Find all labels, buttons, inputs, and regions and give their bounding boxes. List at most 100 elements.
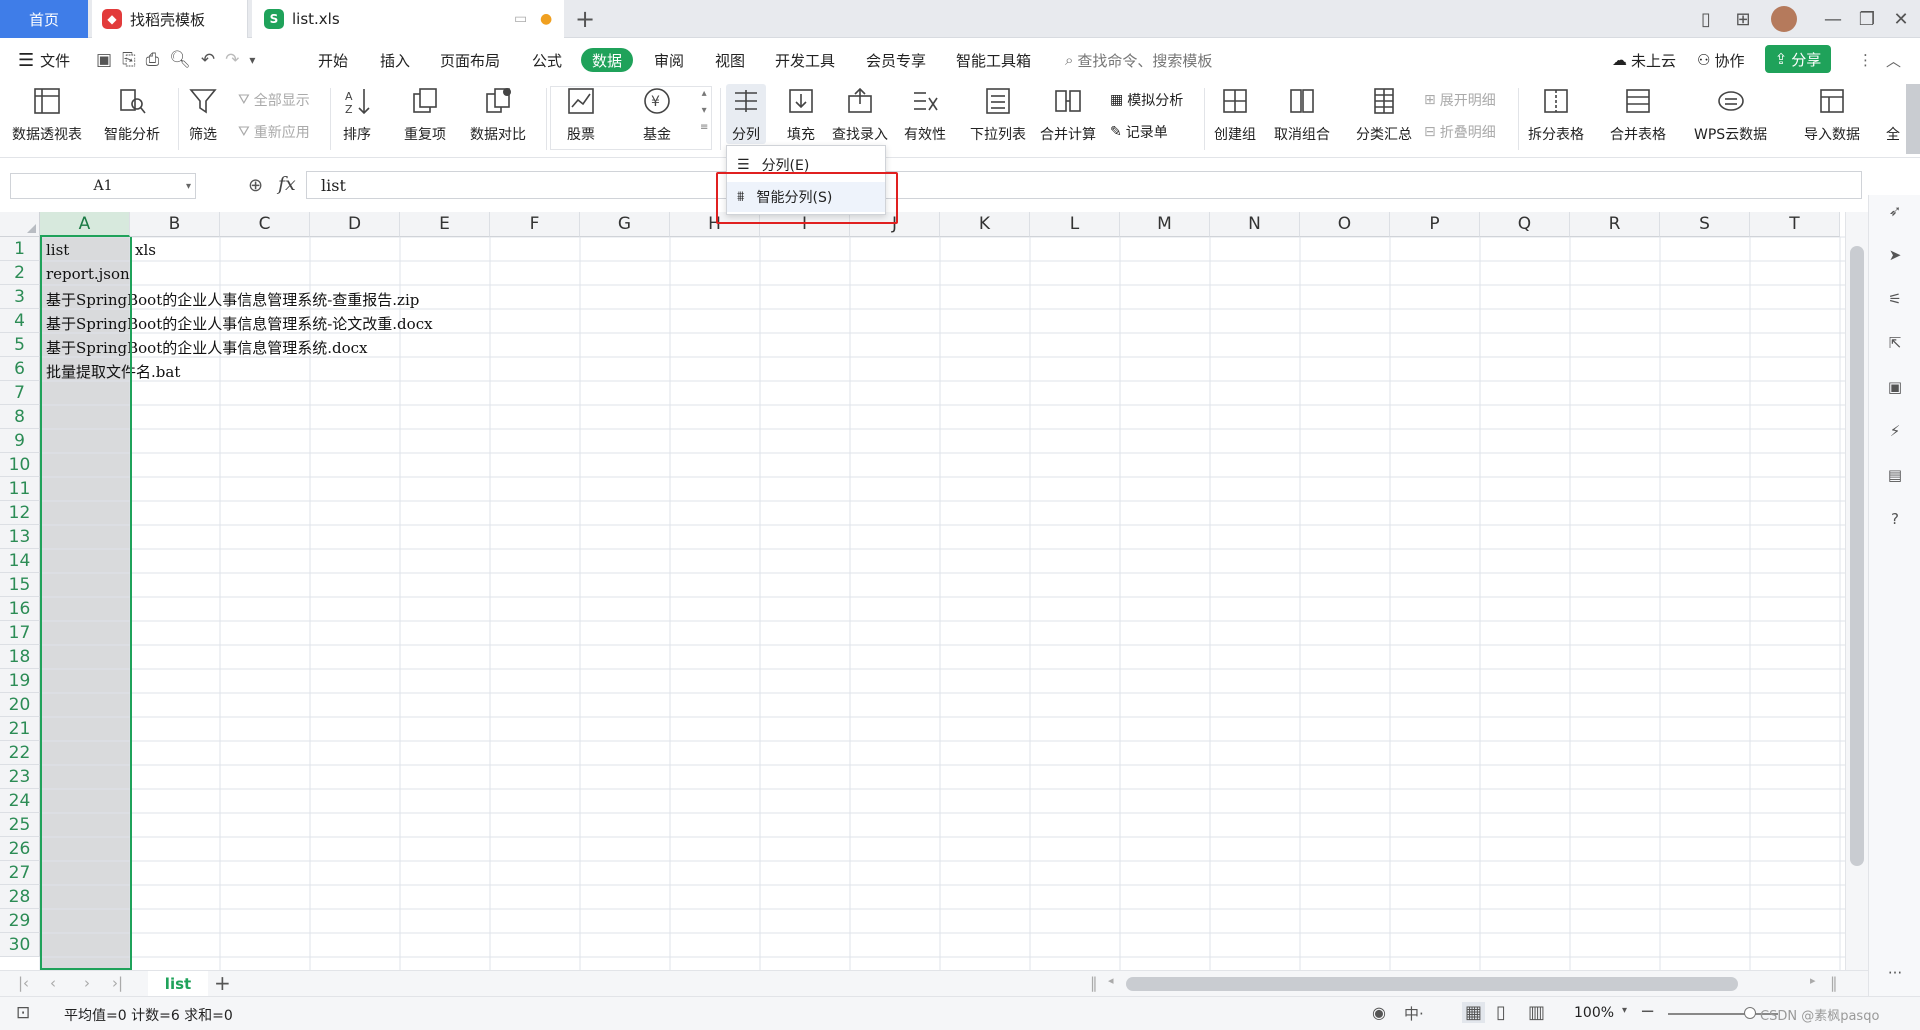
file-menu[interactable]: ☰ 文件 — [18, 48, 70, 72]
sliders-icon[interactable]: ⚟ — [1883, 287, 1907, 311]
row-header-10[interactable]: 10 — [0, 453, 40, 477]
row-header-18[interactable]: 18 — [0, 645, 40, 669]
grid-apps-icon[interactable]: ⊞ — [1728, 5, 1758, 33]
restore-icon[interactable]: ❐ — [1852, 5, 1882, 33]
column-header-a[interactable]: A — [40, 212, 130, 237]
row-header-23[interactable]: 23 — [0, 765, 40, 789]
cloud-status[interactable]: ☁ 未上云 — [1612, 48, 1676, 72]
record-form-button[interactable]: ✎ 记录单 — [1110, 122, 1168, 142]
name-box[interactable]: A1 ▾ — [10, 173, 196, 199]
tab-list-xls[interactable]: S list.xls ▭ ● — [252, 0, 564, 38]
pointer-icon[interactable]: ➤ — [1883, 243, 1907, 267]
zoom-slider-handle[interactable] — [1744, 1007, 1756, 1019]
subtotal-button[interactable]: 分类汇总 — [1356, 84, 1412, 144]
import-data-button[interactable]: 导入数据 — [1804, 84, 1860, 144]
save-icon[interactable]: ▣ — [96, 50, 112, 70]
lightning-icon[interactable]: ⚡ — [1883, 419, 1907, 443]
wps-cloud-data-button[interactable]: WPS云数据 — [1694, 84, 1767, 144]
input-method-icon[interactable]: 中· — [1404, 1003, 1424, 1024]
stocks-button[interactable]: 股票 — [564, 84, 598, 144]
split-table-button[interactable]: 拆分表格 — [1528, 84, 1584, 144]
smart-analysis-button[interactable]: 智能分析 — [104, 84, 160, 144]
column-header-g[interactable]: G — [580, 212, 670, 237]
gallery-scroll[interactable]: ▴ ▾ ≡ — [700, 88, 708, 133]
menu-developer[interactable]: 开发工具 — [775, 48, 835, 72]
row-header-3[interactable]: 3 — [0, 285, 40, 309]
column-header-r[interactable]: R — [1570, 212, 1660, 237]
row-header-7[interactable]: 7 — [0, 381, 40, 405]
show-all-button[interactable]: ⛛ 全部显示 — [238, 90, 310, 110]
row-header-14[interactable]: 14 — [0, 549, 40, 573]
column-header-k[interactable]: K — [940, 212, 1030, 237]
zoom-level[interactable]: 100% — [1574, 1005, 1614, 1021]
more-options-icon[interactable]: ⋮ — [1858, 48, 1873, 72]
column-header-s[interactable]: S — [1660, 212, 1750, 237]
redo-icon[interactable]: ↷ — [225, 50, 239, 70]
transform-icon[interactable]: ⇱ — [1883, 331, 1907, 355]
duplicates-button[interactable]: 重复项 — [404, 84, 446, 144]
export-icon[interactable]: ⎘ — [122, 50, 136, 70]
new-tab-button[interactable]: + — [572, 0, 598, 38]
column-header-f[interactable]: F — [490, 212, 580, 237]
cell-a5[interactable]: 基于SpringBoot的企业人事信息管理系统.docx — [46, 337, 367, 358]
macro-record-icon[interactable]: ⊡ — [16, 1003, 30, 1023]
row-header-9[interactable]: 9 — [0, 429, 40, 453]
row-header-16[interactable]: 16 — [0, 597, 40, 621]
menu-start[interactable]: 开始 — [318, 48, 348, 72]
first-sheet-icon[interactable]: |‹ — [18, 974, 29, 992]
more-icon[interactable]: ··· — [1883, 961, 1907, 985]
menu-data[interactable]: 数据 — [581, 48, 634, 72]
column-header-e[interactable]: E — [400, 212, 490, 237]
scroll-right-icon[interactable]: ▸ — [1810, 974, 1816, 987]
menu-insert[interactable]: 插入 — [380, 48, 410, 72]
row-header-29[interactable]: 29 — [0, 909, 40, 933]
dropdown-list-button[interactable]: 下拉列表 — [970, 84, 1026, 144]
row-header-15[interactable]: 15 — [0, 573, 40, 597]
column-header-l[interactable]: L — [1030, 212, 1120, 237]
share-button[interactable]: ⇪ 分享 — [1765, 45, 1831, 73]
collapse-detail-button[interactable]: ⊟ 折叠明细 — [1424, 122, 1496, 142]
zoom-dropdown-icon[interactable]: ▾ — [1622, 1005, 1627, 1016]
menu-page-layout[interactable]: 页面布局 — [440, 48, 500, 72]
menu-formula[interactable]: 公式 — [532, 48, 562, 72]
image-edit-icon[interactable]: ▣ — [1883, 375, 1907, 399]
scroll-left-icon[interactable]: ◂ — [1108, 974, 1114, 987]
row-header-4[interactable]: 4 — [0, 309, 40, 333]
data-compare-button[interactable]: 数据对比 — [470, 84, 526, 144]
expand-detail-button[interactable]: ⊞ 展开明细 — [1424, 90, 1496, 110]
menu-smart-toolbox[interactable]: 智能工具箱 — [956, 48, 1031, 72]
column-header-p[interactable]: P — [1390, 212, 1480, 237]
help-icon[interactable]: ? — [1883, 507, 1907, 531]
row-header-17[interactable]: 17 — [0, 621, 40, 645]
tab-template-store[interactable]: ◆ 找稻壳模板 — [92, 0, 248, 38]
column-header-b[interactable]: B — [130, 212, 220, 237]
sort-button[interactable]: AZ 排序 — [340, 84, 374, 144]
column-header-n[interactable]: N — [1210, 212, 1300, 237]
filter-button[interactable]: 筛选 — [186, 84, 220, 144]
menu-member[interactable]: 会员专享 — [866, 48, 926, 72]
row-header-27[interactable]: 27 — [0, 861, 40, 885]
column-header-c[interactable]: C — [220, 212, 310, 237]
page-break-view-icon[interactable]: ▥ — [1528, 1002, 1545, 1023]
tab-home[interactable]: 首页 — [0, 0, 88, 38]
row-header-25[interactable]: 25 — [0, 813, 40, 837]
column-header-o[interactable]: O — [1300, 212, 1390, 237]
monitor-icon[interactable]: ▭ — [514, 11, 527, 27]
row-header-20[interactable]: 20 — [0, 693, 40, 717]
avatar[interactable] — [1768, 5, 1800, 33]
sheet-tab-list[interactable]: list — [148, 971, 208, 997]
column-header-m[interactable]: M — [1120, 212, 1210, 237]
fill-button[interactable]: 填充 — [784, 84, 818, 144]
more-ribbon-button[interactable]: 全 — [1886, 124, 1900, 144]
minimize-icon[interactable]: — — [1818, 5, 1848, 33]
layout-icon[interactable]: ▯ — [1690, 5, 1722, 33]
spreadsheet-grid[interactable]: ABCDEFGHIJKLMNOPQRST 1 2 3 4 5 6 7 8 9 10 11 12 13 14… — [0, 212, 1845, 970]
row-header-28[interactable]: 28 — [0, 885, 40, 909]
menu-review[interactable]: 审阅 — [654, 48, 684, 72]
menu-view[interactable]: 视图 — [715, 48, 745, 72]
row-header-5[interactable]: 5 — [0, 333, 40, 357]
add-sheet-icon[interactable]: + — [214, 971, 231, 995]
cell-a2[interactable]: report.json — [46, 265, 130, 283]
formula-input[interactable]: list — [306, 171, 1862, 199]
zoom-search-icon[interactable]: ⊕ — [248, 175, 263, 196]
